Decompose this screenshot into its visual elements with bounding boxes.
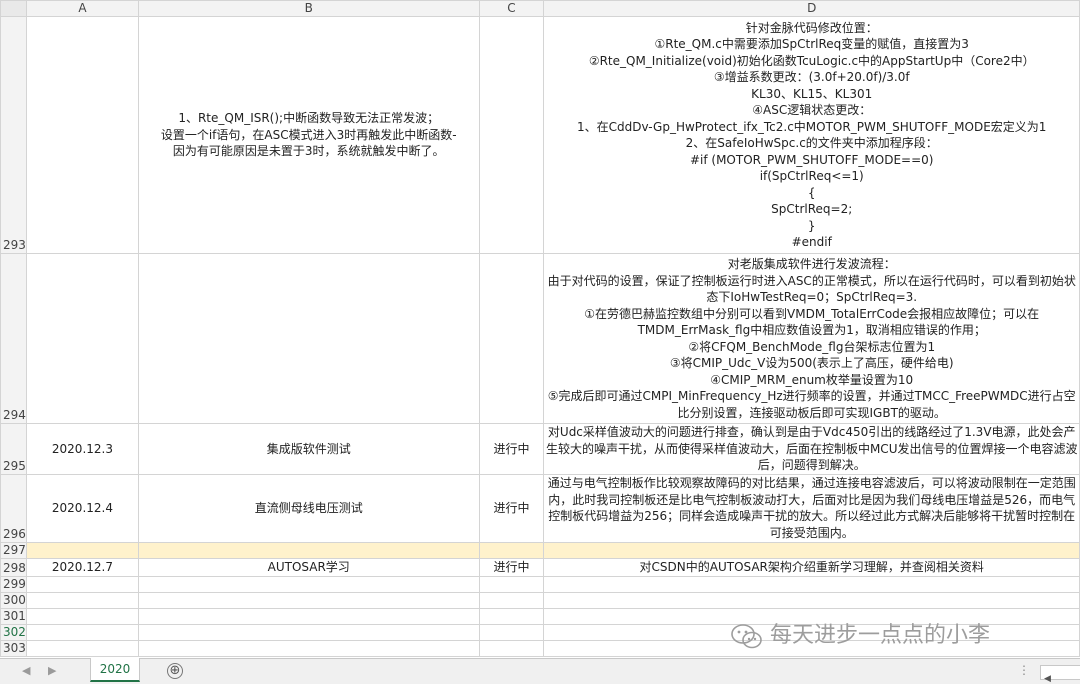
cell[interactable]: 对CSDN中的AUTOSAR架构介绍重新学习理解，并查阅相关资料 [543,557,1080,577]
cell[interactable] [25,541,139,559]
column-header-d[interactable]: D [543,0,1080,17]
cell[interactable] [25,575,139,593]
row-header[interactable]: 294 [0,253,27,424]
cell[interactable] [25,623,139,641]
table-row: 296 2020.12.4 直流侧母线电压测试 进行中 通过与电气控制板作比较观… [0,473,1080,543]
cell[interactable] [25,16,139,254]
cell[interactable]: 集成版软件测试 [137,423,480,475]
scroll-left-arrow-icon[interactable]: ◀ [1041,674,1051,684]
row-header[interactable]: 299 [0,575,27,593]
cell[interactable] [543,541,1080,559]
cell[interactable] [137,591,480,609]
table-row: 293 1、Rte_QM_ISR();中断函数导致无法正常发波； 设置一个if语… [0,16,1080,254]
cell[interactable]: 通过与电气控制板作比较观察故障码的对比结果，通过连接电容滤波后，可以将波动限制在… [543,473,1080,543]
table-row: 300 [0,591,1080,609]
table-row: 299 [0,575,1080,593]
row-header-selected[interactable]: 302 [0,623,27,641]
cell[interactable] [25,591,139,609]
cell[interactable]: 针对金脉代码修改位置： ①Rte_QM.c中需要添加SpCtrlReq变量的赋值… [543,16,1080,254]
cell[interactable]: 对老版集成软件进行发波流程： 由于对代码的设置，保证了控制板运行时进入ASC的正… [543,253,1080,424]
table-row: 294 对老版集成软件进行发波流程： 由于对代码的设置，保证了控制板运行时进入A… [0,253,1080,424]
cell[interactable]: 对Udc采样值波动大的问题进行排查，确认到是由于Vdc450引出的线路经过了1.… [543,423,1080,475]
next-sheet-arrow-icon[interactable]: ▶ [48,664,56,677]
cell[interactable]: 直流侧母线电压测试 [137,473,480,543]
row-header[interactable]: 293 [0,16,27,254]
watermark-text: 每天进步一点点的小李 [770,623,991,648]
cell[interactable] [478,591,545,609]
sheet-tab-2020[interactable]: 2020 [90,658,140,682]
cell[interactable] [543,575,1080,593]
column-header-b[interactable]: B [137,0,480,17]
cell[interactable] [478,607,545,625]
row-header[interactable]: 303 [0,639,27,657]
table-row-highlighted: 297 [0,541,1080,559]
table-row: 298 2020.12.7 AUTOSAR学习 进行中 对CSDN中的AUTOS… [0,557,1080,577]
cell[interactable] [478,575,545,593]
cell[interactable] [137,607,480,625]
row-header[interactable]: 296 [0,473,27,543]
cell[interactable]: 进行中 [478,423,545,475]
column-header-row: A B C D [0,0,1080,17]
cell[interactable]: 进行中 [478,473,545,543]
add-sheet-icon[interactable]: ⊕ [167,663,183,679]
cell[interactable] [543,591,1080,609]
cell[interactable]: 进行中 [478,557,545,577]
cell[interactable] [25,607,139,625]
cell[interactable]: AUTOSAR学习 [137,557,480,577]
horizontal-scrollbar[interactable]: ◀ [1040,665,1080,684]
cell[interactable] [137,541,480,559]
cell[interactable] [478,253,545,424]
spreadsheet-window: A B C D 293 1、Rte_QM_ISR();中断函数导致无法正常发波；… [0,0,1080,684]
cell[interactable] [478,541,545,559]
cell[interactable] [137,253,480,424]
row-header[interactable]: 301 [0,607,27,625]
more-options-icon[interactable]: ⋮ [1018,663,1031,677]
cell[interactable] [137,575,480,593]
cell[interactable] [137,623,480,641]
cell[interactable] [478,623,545,641]
worksheet-grid: A B C D 293 1、Rte_QM_ISR();中断函数导致无法正常发波；… [0,0,1080,657]
cell[interactable] [478,639,545,657]
cell[interactable] [478,16,545,254]
cell[interactable]: 2020.12.7 [25,557,139,577]
sheet-tab-bar: ◀ ▶ 2020 ⊕ ⋮ ◀ [0,658,1080,684]
column-header-a[interactable]: A [25,0,139,17]
wechat-icon [731,624,762,649]
column-header-c[interactable]: C [478,0,545,17]
cell[interactable]: 2020.12.4 [25,473,139,543]
table-row: 295 2020.12.3 集成版软件测试 进行中 对Udc采样值波动大的问题进… [0,423,1080,475]
cell[interactable]: 1、Rte_QM_ISR();中断函数导致无法正常发波； 设置一个if语句，在A… [137,16,480,254]
row-header[interactable]: 298 [0,557,27,577]
row-header[interactable]: 297 [0,541,27,559]
row-header[interactable]: 300 [0,591,27,609]
cell[interactable] [137,639,480,657]
watermark: 每天进步一点点的小李 [730,620,1040,654]
cell[interactable] [25,639,139,657]
row-header[interactable]: 295 [0,423,27,475]
cell[interactable]: 2020.12.3 [25,423,139,475]
select-all-corner[interactable] [0,0,27,17]
prev-sheet-arrow-icon[interactable]: ◀ [22,664,30,677]
cell[interactable] [25,253,139,424]
